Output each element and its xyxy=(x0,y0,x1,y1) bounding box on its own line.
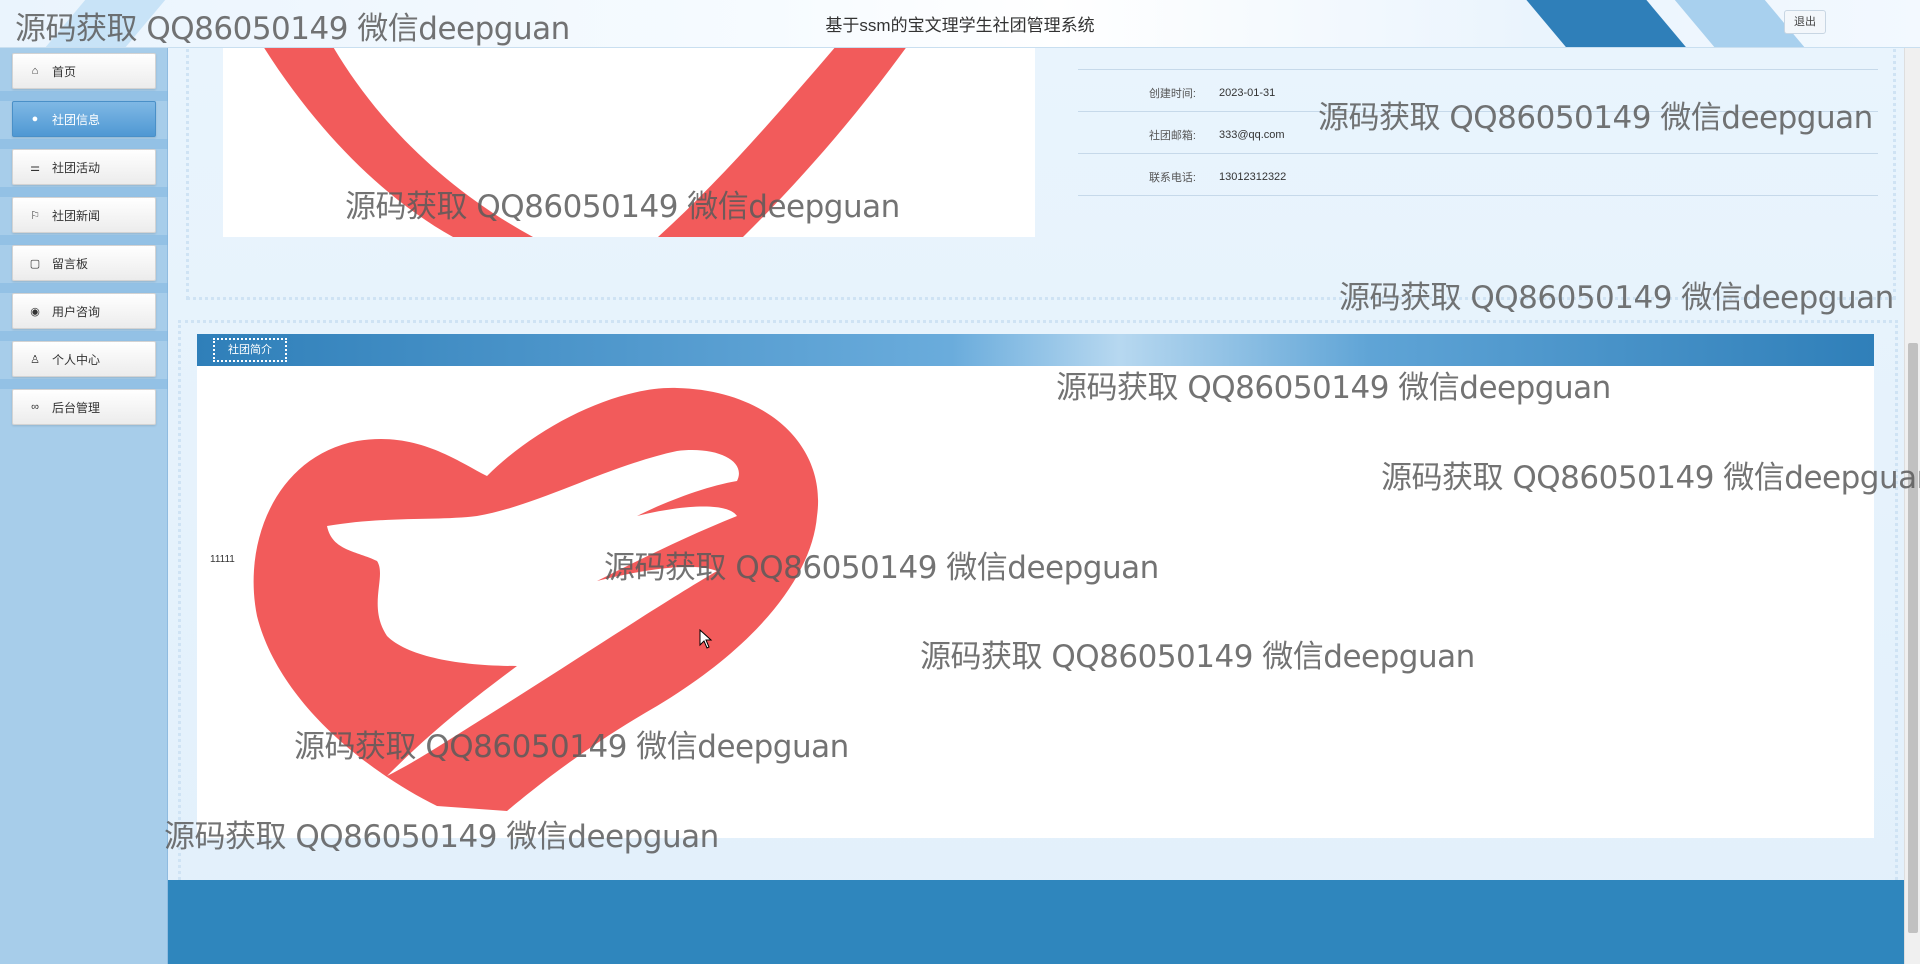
intro-text: 11111 xyxy=(210,554,235,565)
club-detail-fields: 创建时间: 2023-01-31 社团邮箱: 333@qq.com 联系电话: 13012… xyxy=(1078,48,1878,196)
field-label: 创建时间: xyxy=(1148,88,1196,100)
site-title: 基于ssm的宝文理学生社团管理系统 xyxy=(825,16,1095,35)
sidebar-separator xyxy=(0,91,168,101)
intro-header-bar: 社团简介 xyxy=(197,334,1874,366)
intro-body: 11111 xyxy=(197,366,1874,838)
sidebar-separator xyxy=(0,283,168,293)
tab-club-intro[interactable]: 社团简介 xyxy=(213,338,287,362)
field-value: 2023-01-31 xyxy=(1219,87,1276,99)
sidebar-item-label: 用户咨询 xyxy=(52,304,101,319)
sidebar-item-6[interactable]: ♙ 个人中心 xyxy=(12,341,156,377)
sidebar-separator xyxy=(0,235,168,245)
sidebar-separator xyxy=(0,139,168,149)
sidebar-separator xyxy=(0,379,168,389)
mouse-cursor-icon xyxy=(699,629,713,649)
detail-field-row: 创建时间: 2023-01-31 xyxy=(1078,70,1878,112)
sidebar-item-label: 社团信息 xyxy=(52,112,101,127)
note-icon: ▢ xyxy=(29,257,41,270)
sidebar-item-label: 个人中心 xyxy=(52,352,101,367)
sidebar-item-label: 首页 xyxy=(52,64,77,79)
field-label: 社团邮箱: xyxy=(1148,130,1196,142)
sliders-icon: ⚌ xyxy=(30,161,40,174)
link-icon: ∞ xyxy=(31,401,39,413)
field-value: 13012312322 xyxy=(1219,171,1287,183)
heart-hand-logo-large xyxy=(253,387,819,811)
sidebar-item-7[interactable]: ∞ 后台管理 xyxy=(12,389,156,425)
sidebar-item-4[interactable]: ▢ 留言板 xyxy=(12,245,156,281)
sidebar-item-label: 社团新闻 xyxy=(52,208,101,223)
field-row-partial xyxy=(1078,48,1878,70)
circle-dot-icon: ● xyxy=(31,113,39,125)
logout-button[interactable]: 退出 xyxy=(1784,10,1826,34)
scrollbar-thumb[interactable] xyxy=(1908,343,1918,933)
sidebar-item-label: 留言板 xyxy=(52,256,89,271)
sidebar-item-5[interactable]: ◉ 用户咨询 xyxy=(12,293,156,329)
sidebar-item-1[interactable]: ● 社团信息 xyxy=(12,101,156,137)
detail-field-row: 社团邮箱: 333@qq.com xyxy=(1078,112,1878,154)
detail-field-row: 联系电话: 13012312322 xyxy=(1078,154,1878,196)
user-icon: ♙ xyxy=(30,353,40,366)
field-label: 联系电话: xyxy=(1148,172,1196,184)
page-scrollbar[interactable] xyxy=(1904,48,1920,964)
flag-icon: ⚐ xyxy=(30,209,40,222)
sidebar-item-label: 社团活动 xyxy=(52,160,101,175)
sidebar: ⌂ 首页 ● 社团信息 ⚌ 社团活动 ⚐ 社团新闻 ▢ 留言板 ◉ 用户咨询 ♙ 个人中心 ∞ 后台管理 xyxy=(0,48,168,964)
sidebar-item-2[interactable]: ⚌ 社团活动 xyxy=(12,149,156,185)
heart-hand-logo xyxy=(264,48,906,237)
sidebar-item-0[interactable]: ⌂ 首页 xyxy=(12,53,156,89)
chat-icon: ◉ xyxy=(30,305,40,318)
top-header: 基于ssm的宝文理学生社团管理系统 退出 xyxy=(0,0,1920,48)
sidebar-separator xyxy=(0,187,168,197)
sidebar-separator xyxy=(0,331,168,341)
sidebar-item-3[interactable]: ⚐ 社团新闻 xyxy=(12,197,156,233)
footer xyxy=(168,880,1904,964)
field-value: 333@qq.com xyxy=(1219,129,1285,141)
sidebar-item-label: 后台管理 xyxy=(52,400,101,415)
club-logo-image xyxy=(223,48,1035,237)
main-content: 创建时间: 2023-01-31 社团邮箱: 333@qq.com 联系电话: 13012… xyxy=(168,48,1904,964)
home-icon: ⌂ xyxy=(31,65,39,77)
